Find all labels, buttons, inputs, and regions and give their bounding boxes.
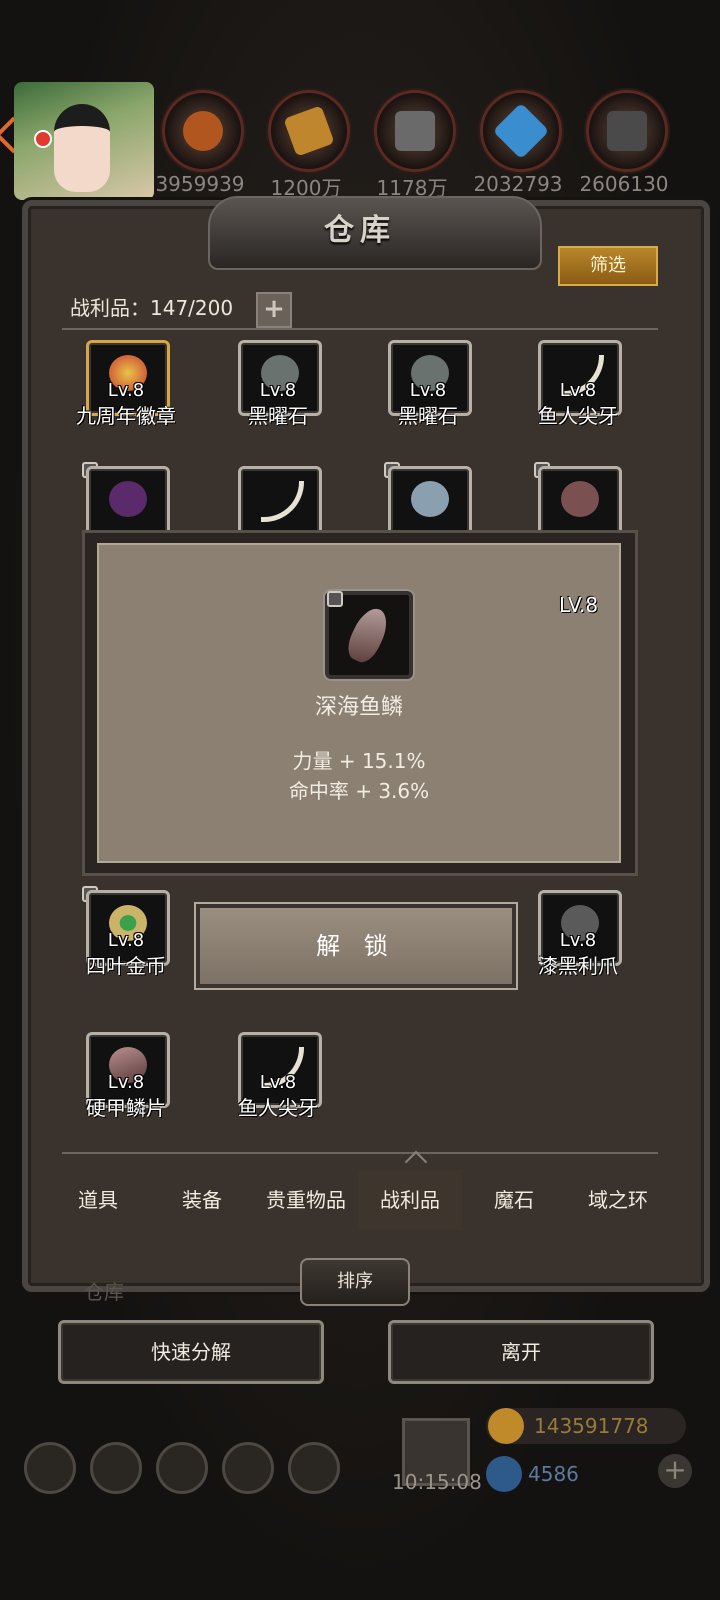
loot-count: 战利品：147/200	[70, 296, 234, 320]
crystal-resource[interactable]	[480, 90, 562, 172]
item-level: Lv.8	[107, 930, 145, 951]
lock-icon	[327, 591, 343, 607]
page-title: 仓库	[324, 213, 396, 248]
meat-icon	[183, 111, 223, 151]
item-name: 黑曜石	[398, 404, 458, 428]
filter-button[interactable]: 筛选	[558, 246, 658, 286]
gold-counter: 143591778	[486, 1408, 686, 1444]
grid-item[interactable]: Lv.8 黑曜石	[208, 340, 348, 450]
star-icon[interactable]	[90, 1442, 142, 1494]
popup-stat-accuracy: 命中率 + 3.6%	[288, 779, 430, 803]
item-name: 硬甲鳞片	[86, 1096, 166, 1120]
popup-item-name: 深海鱼鳞	[314, 695, 403, 720]
item-name: 鱼人尖牙	[238, 1096, 318, 1120]
item-level: Lv.8	[107, 380, 145, 401]
notification-dot	[34, 130, 52, 148]
resource-bar: 3959939 1200万 1178万 2032793 2606130	[0, 80, 720, 200]
item-level: Lv.8	[559, 930, 597, 951]
item-name: 九周年徽章	[76, 404, 176, 428]
top-divider	[62, 328, 658, 330]
background-label: 仓库	[84, 1280, 124, 1304]
grid-item[interactable]: Lv.8 九周年徽章	[56, 340, 196, 450]
emblem-icon	[411, 481, 449, 517]
fish-scale-icon	[342, 603, 394, 667]
item-name: 黑曜石	[248, 404, 308, 428]
tab-valuables[interactable]: 贵重物品	[254, 1170, 358, 1230]
fang-icon	[261, 481, 304, 522]
item-level: Lv.8	[259, 1072, 297, 1093]
item-level: Lv.8	[559, 380, 597, 401]
grid-item[interactable]: Lv.8 鱼人尖牙	[208, 1032, 348, 1142]
gear-icon[interactable]	[24, 1442, 76, 1494]
item-name: 鱼人尖牙	[538, 404, 618, 428]
bottom-divider	[62, 1152, 658, 1154]
meat-value: 3959939	[155, 172, 245, 196]
crystal-icon	[492, 102, 550, 160]
scale-icon	[561, 481, 599, 517]
meat-resource[interactable]	[162, 90, 244, 172]
gold-coin-icon	[488, 1408, 524, 1444]
box-icon[interactable]	[288, 1442, 340, 1494]
expand-capacity-button[interactable]: +	[256, 292, 292, 328]
item-name: 漆黑利爪	[538, 954, 618, 978]
quick-decompose-button[interactable]: 快速分解	[58, 1320, 324, 1384]
menu-icon[interactable]	[156, 1442, 208, 1494]
claw-icon	[109, 481, 147, 517]
gold-value: 143591778	[534, 1414, 649, 1438]
grid-item[interactable]: Lv.8 硬甲鳞片	[56, 1032, 196, 1142]
grid-item[interactable]: Lv.8 四叶金币	[56, 886, 196, 1000]
ore-value: 2606130	[579, 172, 669, 196]
tab-magic-stone[interactable]: 魔石	[462, 1170, 566, 1230]
grid-item[interactable]: Lv.8 漆黑利爪	[508, 890, 648, 1000]
mail-icon[interactable]	[222, 1442, 274, 1494]
gift-timer: 10:15:08	[392, 1470, 482, 1494]
item-level: Lv.8	[107, 1072, 145, 1093]
popup-level: LV.8	[559, 593, 599, 617]
tab-equipment[interactable]: 装备	[150, 1170, 254, 1230]
crystal-value: 2032793	[473, 172, 563, 196]
ore-resource[interactable]	[586, 90, 668, 172]
grid-item[interactable]: Lv.8 鱼人尖牙	[508, 340, 648, 450]
item-detail-popup: LV.8 深海鱼鳞 力量 + 15.1% 命中率 + 3.6%	[82, 530, 638, 876]
iron-icon	[395, 111, 435, 151]
wood-icon	[283, 105, 335, 157]
popup-stat-strength: 力量 + 15.1%	[292, 749, 426, 773]
category-tabs: 道具 装备 贵重物品 战利品 魔石 域之环	[46, 1170, 674, 1230]
gem-value: 4586	[528, 1462, 579, 1486]
gem-icon	[486, 1456, 522, 1492]
sort-button[interactable]: 排序	[300, 1258, 410, 1306]
leave-button[interactable]: 离开	[388, 1320, 654, 1384]
item-level: Lv.8	[259, 380, 297, 401]
popup-body: LV.8 深海鱼鳞 力量 + 15.1% 命中率 + 3.6%	[97, 543, 621, 863]
ore-icon	[607, 111, 647, 151]
item-level: Lv.8	[409, 380, 447, 401]
grid-item[interactable]: Lv.8 黑曜石	[358, 340, 498, 450]
tab-items[interactable]: 道具	[46, 1170, 150, 1230]
iron-resource[interactable]	[374, 90, 456, 172]
popup-item-slot	[325, 591, 413, 679]
tab-domain-ring[interactable]: 域之环	[566, 1170, 670, 1230]
tab-loot[interactable]: 战利品	[358, 1170, 462, 1230]
wood-resource[interactable]	[268, 90, 350, 172]
add-currency-button[interactable]: +	[658, 1454, 692, 1488]
item-name: 四叶金币	[86, 954, 166, 978]
unlock-button[interactable]: 解 锁	[196, 904, 516, 988]
